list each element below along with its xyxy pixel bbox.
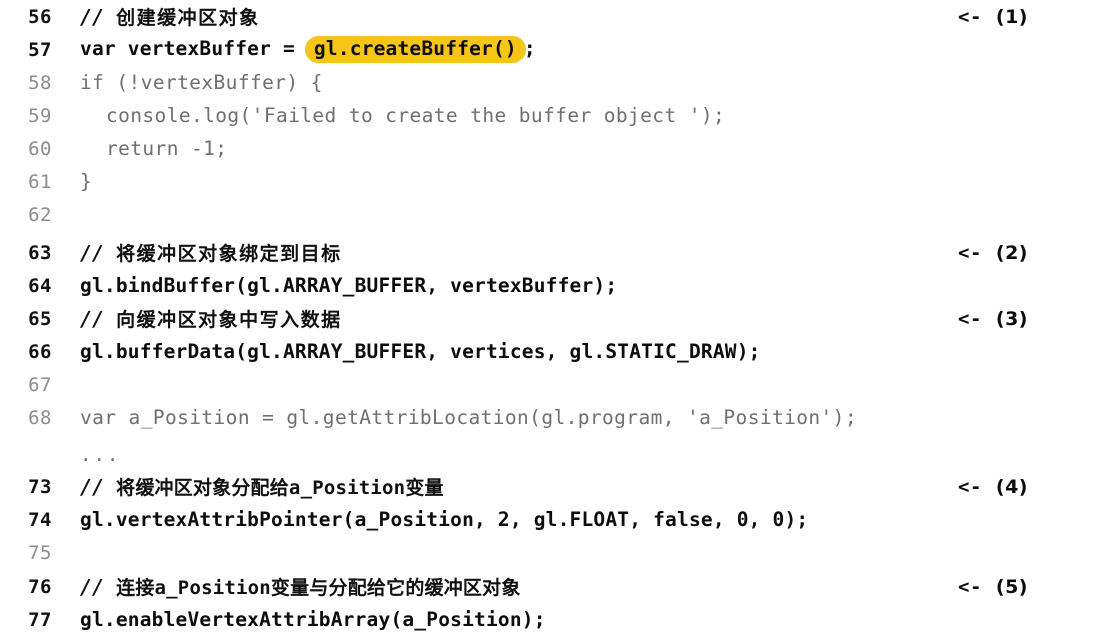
line-number: 60 [28, 137, 52, 160]
code-line-content: gl.enableVertexAttribArray(a_Position); [80, 608, 546, 631]
code-line: 73 // 将缓冲区对象分配给a_Position变量 [0, 470, 1100, 503]
code-line: 56 // 创建缓冲区对象 [0, 0, 1100, 33]
comment-slashes: // [80, 575, 117, 599]
code-line-content: } [80, 170, 92, 193]
step-annotation-label: (5) [995, 575, 1028, 598]
step-annotation: <- (3) [958, 302, 1028, 335]
line-number: 68 [28, 406, 52, 429]
left-arrow-icon: <- [958, 307, 982, 330]
line-number: 76 [28, 575, 52, 598]
step-annotation-label: (2) [995, 241, 1028, 264]
code-line: 68 var a_Position = gl.getAttribLocation(… [0, 401, 1100, 434]
step-annotation-label: (1) [995, 5, 1028, 28]
comment-slashes: // [80, 5, 117, 29]
comment-text: 将缓冲区对象绑定到目标 [116, 243, 342, 265]
line-number: 66 [28, 340, 52, 363]
code-text: gl.bindBuffer(gl.ARRAY_BUFFER, vertexBuf… [80, 274, 618, 297]
line-number: 59 [28, 104, 52, 127]
highlighted-code-token: gl.createBuffer() [304, 35, 526, 64]
code-text: } [80, 170, 93, 193]
code-line: 64 gl.bindBuffer(gl.ARRAY_BUFFER, vertexB… [0, 269, 1100, 302]
code-line: 67 [0, 368, 1100, 401]
code-line: 60 return -1; [0, 132, 1100, 165]
code-text: console.log('Failed to create the buffer… [106, 104, 726, 127]
code-line: 76 // 连接a_Position变量与分配给它的缓冲区对象 [0, 570, 1100, 603]
code-line: 58 if (!vertexBuffer) { [0, 66, 1100, 99]
line-number: 57 [28, 38, 52, 61]
comment-slashes: // [80, 475, 117, 499]
comment-text: 向缓冲区对象中写入数据 [116, 309, 342, 331]
line-number: 63 [28, 241, 52, 264]
code-line-content: if (!vertexBuffer) { [80, 71, 323, 94]
code-line-content: return -1; [80, 137, 227, 160]
left-arrow-icon: <- [958, 241, 982, 264]
code-line-content: // 创建缓冲区对象 [80, 3, 260, 30]
code-line: 77 gl.enableVertexAttribArray(a_Position)… [0, 603, 1100, 636]
code-line: 66 gl.bufferData(gl.ARRAY_BUFFER, vertice… [0, 335, 1100, 368]
left-arrow-icon: <- [958, 5, 982, 28]
line-number: 74 [28, 508, 52, 531]
comment-text: 创建缓冲区对象 [116, 7, 260, 29]
code-text: gl.vertexAttribPointer(a_Position, 2, gl… [80, 508, 809, 531]
line-number: 62 [28, 203, 52, 226]
line-number: 61 [28, 170, 52, 193]
ellipsis-marker: ... [80, 443, 121, 466]
code-line: 63 // 将缓冲区对象绑定到目标 [0, 236, 1100, 269]
comment-slashes: // [80, 307, 117, 331]
code-listing: 56 // 创建缓冲区对象 57 var vertexBuffer = gl.crea… [0, 0, 1100, 638]
comment-text: 将缓冲区对象分配给a_Position变量 [116, 477, 444, 499]
code-line: 59 console.log('Failed to create the buff… [0, 99, 1100, 132]
code-line: 61} [0, 165, 1100, 198]
code-text-after-highlight: ; [523, 36, 536, 60]
step-annotation: <- (4) [958, 470, 1028, 503]
step-annotation-label: (3) [995, 307, 1028, 330]
line-number: 75 [28, 541, 52, 564]
code-text-before-highlight: var vertexBuffer = [80, 36, 307, 60]
line-number: 64 [28, 274, 52, 297]
code-line: 74 gl.vertexAttribPointer(a_Position, 2, … [0, 503, 1100, 536]
comment-slashes: // [80, 241, 117, 265]
step-annotation-label: (4) [995, 475, 1028, 498]
code-line-content: gl.vertexAttribPointer(a_Position, 2, gl… [80, 508, 808, 531]
code-line-content: // 向缓冲区对象中写入数据 [80, 305, 342, 332]
step-annotation: <- (2) [958, 236, 1028, 269]
code-line-content: console.log('Failed to create the buffer… [80, 104, 725, 127]
code-line: 57 var vertexBuffer = gl.createBuffer(); [0, 33, 1100, 66]
code-line-content: gl.bindBuffer(gl.ARRAY_BUFFER, vertexBuf… [80, 274, 617, 297]
line-number: 58 [28, 71, 52, 94]
line-number: 73 [28, 475, 52, 498]
code-text: gl.enableVertexAttribArray(a_Position); [80, 608, 546, 631]
code-text: var a_Position = gl.getAttribLocation(gl… [80, 406, 857, 429]
left-arrow-icon: <- [958, 575, 982, 598]
code-text: return -1; [106, 137, 228, 160]
code-line: 65 // 向缓冲区对象中写入数据 [0, 302, 1100, 335]
code-line-content: var vertexBuffer = gl.createBuffer(); [80, 35, 536, 64]
line-number: 77 [28, 608, 52, 631]
code-text: if (!vertexBuffer) { [80, 71, 323, 94]
code-text: gl.bufferData(gl.ARRAY_BUFFER, vertices,… [80, 340, 761, 363]
step-annotation: <- (1) [958, 0, 1028, 33]
code-line-content: // 将缓冲区对象绑定到目标 [80, 239, 342, 266]
line-number: 56 [28, 5, 52, 28]
code-line-content: // 将缓冲区对象分配给a_Position变量 [80, 473, 444, 500]
comment-text: 连接a_Position变量与分配给它的缓冲区对象 [116, 577, 521, 599]
left-arrow-icon: <- [958, 475, 982, 498]
code-line-content: // 连接a_Position变量与分配给它的缓冲区对象 [80, 573, 521, 600]
step-annotation: <- (5) [958, 570, 1028, 603]
line-number: 67 [28, 373, 52, 396]
line-number: 65 [28, 307, 52, 330]
code-line: 62 [0, 198, 1100, 231]
code-line-content: var a_Position = gl.getAttribLocation(gl… [80, 406, 857, 429]
code-line-content: gl.bufferData(gl.ARRAY_BUFFER, vertices,… [80, 340, 761, 363]
code-line: 75 [0, 536, 1100, 569]
